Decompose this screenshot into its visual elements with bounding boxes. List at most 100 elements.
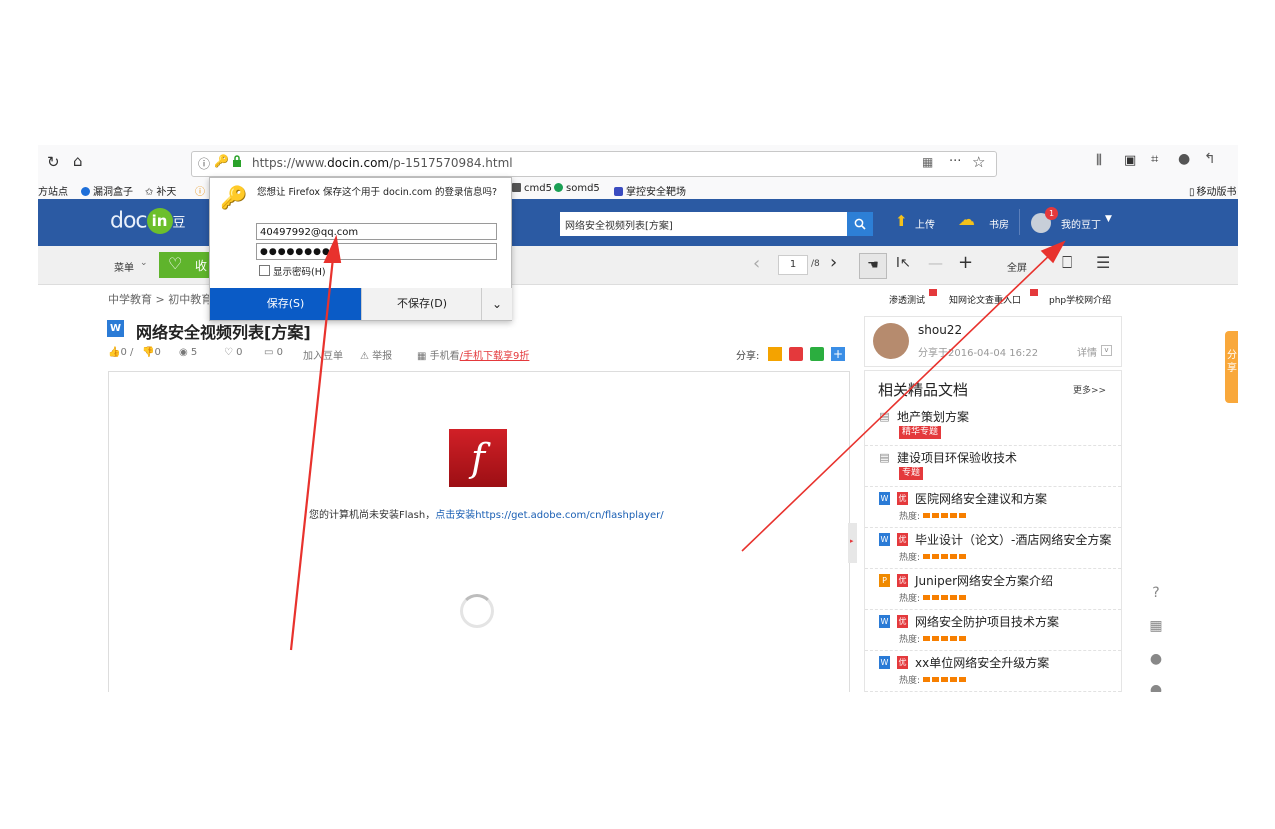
top-link[interactable]: 知网论文查重入口 xyxy=(949,293,1021,306)
search-value: 网络安全视频列表[方案] xyxy=(565,221,673,232)
bookmark-icon[interactable]: ⓘ xyxy=(195,183,205,198)
list-item[interactable]: ▤ 建设项目环保验收技术 专题 xyxy=(865,445,1121,487)
comment-icon[interactable]: ☰ xyxy=(1096,253,1110,272)
flash-install-link[interactable]: 点击安装https://get.adobe.com/cn/flashplayer… xyxy=(435,510,663,521)
top-link[interactable]: 渗透测试 xyxy=(889,293,925,306)
mobile-download-link[interactable]: /手机下载享9折 xyxy=(460,351,530,362)
top-link[interactable]: php学校网介绍 xyxy=(1049,293,1111,306)
list-item[interactable]: W 优 毕业设计（论文）-酒店网络安全方案 热度: xyxy=(865,527,1121,569)
page-actions-icon[interactable]: ··· xyxy=(949,154,961,169)
bookmark-star-icon[interactable]: ☆ xyxy=(972,153,985,171)
list-item[interactable]: W 优 网络安全防护项目技术方案 热度: xyxy=(865,609,1121,651)
more-share-icon[interactable]: + xyxy=(831,347,845,361)
related-title[interactable]: 医院网络安全建议和方案 xyxy=(915,490,1047,507)
info-icon[interactable]: ⓘ xyxy=(198,155,210,172)
menu-button[interactable]: 菜单 xyxy=(114,259,134,274)
more-link[interactable]: 更多>> xyxy=(1073,383,1106,396)
page-number-input[interactable]: 1 xyxy=(778,255,808,275)
add-to-list-link[interactable]: 加入豆单 xyxy=(303,347,343,362)
sidebar-icon[interactable]: ▣ xyxy=(1124,153,1136,168)
library-icon[interactable]: ⫼ xyxy=(1096,153,1102,168)
related-title[interactable]: 毕业设计（论文）-酒店网络安全方案 xyxy=(915,531,1111,548)
related-title[interactable]: xx单位网络安全升级方案 xyxy=(915,654,1049,671)
bookmark-item[interactable]: ✩ 补天 xyxy=(145,183,176,198)
qr-code-icon[interactable]: ▦ xyxy=(1142,618,1170,634)
chat-icon[interactable]: ● xyxy=(1178,151,1190,167)
list-item[interactable]: W 优 医院网络安全建议和方案 热度: xyxy=(865,486,1121,528)
zoom-in-icon[interactable]: + xyxy=(958,252,973,273)
fullscreen-button[interactable]: 全屏 xyxy=(1007,259,1027,274)
screenshot-icon[interactable]: ⌗ xyxy=(1151,152,1158,167)
wechat-icon[interactable]: ● xyxy=(1142,651,1170,667)
save-button[interactable]: 保存(S) xyxy=(210,288,361,320)
wechat-share-icon[interactable] xyxy=(810,347,824,361)
collapse-sidebar-handle[interactable]: ▸ xyxy=(848,523,857,563)
bookmark-item[interactable]: 漏洞盒子 xyxy=(81,183,133,198)
url-text: https://www.docin.com/p-1517570984.html xyxy=(252,156,513,170)
mobile-bookmarks[interactable]: ▯ 移动版书 xyxy=(1189,183,1237,198)
reload-icon[interactable]: ↻ xyxy=(47,153,60,171)
my-douding-menu[interactable]: 我的豆丁 xyxy=(1061,216,1101,231)
chevron-down-icon[interactable]: ⌄ xyxy=(140,258,148,268)
list-item[interactable]: ▤ 地产策划方案 精华专题 xyxy=(865,404,1121,446)
help-icon[interactable]: ? xyxy=(1142,585,1170,601)
details-link[interactable]: 详情 xyxy=(1077,344,1097,359)
more-options-button[interactable]: ⌄ xyxy=(481,288,512,320)
dislike-count[interactable]: 👎0 xyxy=(142,347,161,358)
select-tool-icon[interactable]: I↖ xyxy=(896,256,911,271)
related-title[interactable]: 地产策划方案 xyxy=(897,408,969,425)
back-arrow-icon[interactable]: ↰ xyxy=(1204,151,1216,167)
show-password-checkbox[interactable] xyxy=(259,265,270,276)
related-title[interactable]: 网络安全防护项目技术方案 xyxy=(915,613,1059,630)
bookmark-item[interactable]: somd5 xyxy=(554,183,600,194)
breadcrumb[interactable]: 中学教育 > 初中教育 xyxy=(108,291,212,307)
qr-code-icon[interactable]: ▦ xyxy=(922,155,933,169)
hand-tool-icon[interactable]: ☚ xyxy=(859,253,887,279)
author-name[interactable]: shou22 xyxy=(918,323,962,337)
chevron-down-icon[interactable]: v xyxy=(1101,345,1112,356)
bookmark-item[interactable]: 方站点 xyxy=(38,183,68,198)
url-bar[interactable]: ⓘ 🔑 https://www.docin.com/p-1517570984.h… xyxy=(191,151,997,177)
bookmark-label: 掌控安全靶场 xyxy=(626,187,686,198)
upload-link[interactable]: 上传 xyxy=(915,216,935,231)
prev-page-icon[interactable]: ‹ xyxy=(753,253,760,274)
list-item[interactable]: P 优 Juniper网络安全方案介绍 热度: xyxy=(865,568,1121,610)
favorite-count[interactable]: ♡ 0 xyxy=(224,347,243,358)
collect-button[interactable]: ♡ 收 xyxy=(159,252,211,278)
comment-count[interactable]: ▭ 0 xyxy=(264,347,283,358)
search-input[interactable]: 网络安全视频列表[方案] xyxy=(560,212,849,236)
bookshelf-link[interactable]: 书房 xyxy=(989,216,1009,231)
list-item[interactable]: W 优 xx单位网络安全升级方案 热度: xyxy=(865,650,1121,692)
bookmark-item[interactable]: cmd5 xyxy=(512,183,552,194)
bookmark-item[interactable]: 掌控安全靶场 xyxy=(614,183,686,198)
mobile-view-link[interactable]: ▦ 手机看/手机下载享9折 xyxy=(417,347,529,362)
username-field[interactable]: 40497992@qq.com xyxy=(256,223,497,240)
password-field[interactable]: ●●●●●●●● xyxy=(256,243,497,260)
upload-icon[interactable]: ⬆ xyxy=(895,212,908,230)
premium-icon: 优 xyxy=(897,574,908,587)
cloud-icon[interactable]: ☁ xyxy=(958,210,975,230)
docin-logo[interactable]: doc in 豆 xyxy=(110,208,186,236)
bookmark-page-icon[interactable]: ⎕ xyxy=(1062,253,1072,273)
user-icon[interactable]: ● xyxy=(1142,682,1170,692)
related-title[interactable]: 建设项目环保验收技术 xyxy=(897,449,1017,466)
dont-save-button[interactable]: 不保存(D) xyxy=(361,288,482,320)
share-side-tab[interactable]: 分享 xyxy=(1225,331,1238,403)
share-side-label: 分享 xyxy=(1227,350,1237,374)
chevron-down-icon[interactable]: ▼ xyxy=(1105,214,1112,224)
show-password-label[interactable]: 显示密码(H) xyxy=(273,264,326,278)
author-avatar[interactable] xyxy=(873,323,909,359)
page-total: /8 xyxy=(811,259,820,269)
qzone-share-icon[interactable] xyxy=(768,347,782,361)
report-link[interactable]: ⚠ 举报 xyxy=(360,347,392,362)
weibo-share-icon[interactable] xyxy=(789,347,803,361)
home-icon[interactable]: ⌂ xyxy=(73,152,83,170)
next-page-icon[interactable]: › xyxy=(830,252,837,273)
related-title[interactable]: Juniper网络安全方案介绍 xyxy=(915,572,1053,589)
document-viewer[interactable]: f 您的计算机尚未安装Flash，点击安装https://get.adobe.c… xyxy=(108,371,850,692)
zoom-out-icon[interactable]: — xyxy=(928,254,943,272)
lock-icon[interactable] xyxy=(232,155,242,167)
like-count[interactable]: 👍0 / xyxy=(108,347,133,358)
key-icon[interactable]: 🔑 xyxy=(214,154,229,168)
search-button[interactable] xyxy=(847,212,873,236)
